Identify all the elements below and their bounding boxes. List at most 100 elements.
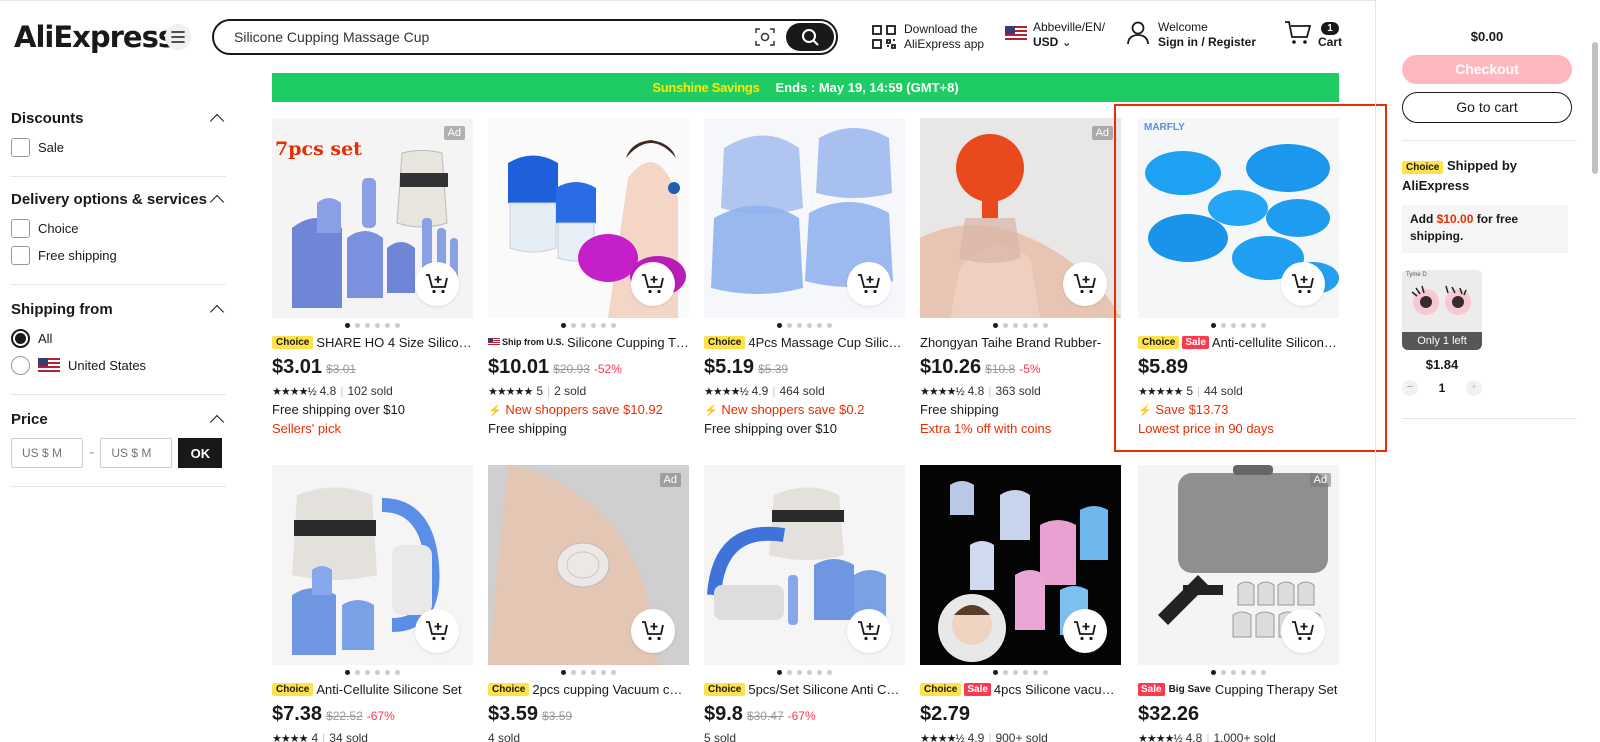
product-title[interactable]: Choice5pcs/Set Silicone Anti Cellulite [704,680,905,698]
image-carousel-dots[interactable] [488,323,689,328]
product-title[interactable]: ChoiceSHARE HO 4 Size Silicone Cupping [272,333,473,351]
menu-icon[interactable] [165,24,191,50]
add-to-cart-button[interactable] [415,262,459,306]
add-to-cart-button[interactable] [1063,262,1107,306]
separator: | [988,731,992,742]
chevron-up-icon[interactable] [209,414,225,430]
star-icons: ★★★★ [272,732,308,742]
checkout-button[interactable]: Checkout [1402,55,1572,84]
sold-count: 102 sold [347,384,393,398]
image-carousel-dots[interactable] [488,670,689,675]
product-image[interactable]: Ad [920,118,1121,318]
radio-button[interactable] [11,328,30,348]
add-to-cart-button[interactable] [1281,609,1325,653]
account-menu[interactable]: Welcome Sign in / Register [1126,20,1256,50]
ad-badge: Ad [1091,126,1113,140]
chevron-up-icon[interactable] [209,194,225,210]
image-carousel-dots[interactable] [1138,670,1339,675]
image-carousel-dots[interactable] [1138,323,1339,328]
product-image[interactable] [704,465,905,665]
product-card[interactable]: Ship from U.S.Silicone Cupping Therapy S… [488,118,689,436]
add-to-cart-button[interactable] [631,262,675,306]
chevron-up-icon[interactable] [209,304,225,320]
image-carousel-dots[interactable] [272,323,473,328]
original-price: $20.93 [553,362,590,376]
min-price-input[interactable] [11,438,83,468]
image-carousel-dots[interactable] [704,670,905,675]
divider [1402,140,1577,141]
product-image[interactable] [704,118,905,318]
product-card[interactable]: Choice5pcs/Set Silicone Anti Cellulite $… [704,465,905,742]
promo-banner[interactable]: Sunshine Savings Ends : May 19, 14:59 (G… [272,73,1339,102]
download-app-link[interactable]: Download the AliExpress app [872,22,984,52]
product-image[interactable] [488,118,689,318]
checkbox[interactable] [11,137,30,157]
product-title[interactable]: Choice 2pcs cupping Vacuum cups [488,680,689,698]
product-title[interactable]: Zhongyan Taihe Brand Rubber- [920,333,1121,351]
add-to-cart-button[interactable] [631,609,675,653]
current-price: $5.89 [1138,356,1189,378]
chevron-up-icon[interactable] [209,113,225,129]
filter-option-sale[interactable]: Sale [11,137,226,157]
filter-option-united-states[interactable]: United States [11,355,226,375]
radio-button[interactable] [11,355,30,375]
product-title[interactable]: ChoiceSale4pcs Silicone vacuum cups [920,680,1121,698]
product-image[interactable] [272,465,473,665]
product-card[interactable]: Ad Sale Big Save Cupping Therapy Set $32.2… [1138,465,1339,742]
decrease-quantity-button[interactable]: − [1402,380,1418,396]
product-image[interactable]: Ad [1138,465,1339,665]
quantity-value: 1 [1438,381,1446,395]
product-image[interactable]: 7pcs set Ad [272,118,473,318]
image-carousel-dots[interactable] [920,670,1121,675]
add-to-cart-button[interactable] [415,609,459,653]
star-icons: ★★★★★ [488,385,533,398]
product-card[interactable]: 7pcs set Ad Choice SHARE HO 4 Size Silico… [272,118,473,436]
search-input[interactable] [234,27,734,47]
checkbox[interactable] [11,245,30,265]
product-card[interactable]: Ad Zhongyan Taihe Brand Rubber- $10.26 $1… [920,118,1121,436]
image-carousel-dots[interactable] [272,670,473,675]
image-search-icon[interactable] [754,27,776,47]
title-text: SHARE HO 4 Size Silicone Cupping [316,334,473,350]
scrollbar[interactable] [1592,42,1598,174]
filter-option-all[interactable]: All [11,328,226,348]
product-image[interactable] [920,465,1121,665]
checkbox[interactable] [11,218,30,238]
cart-count-badge: 1 [1321,22,1339,35]
max-price-input[interactable] [100,438,173,468]
filter-option-free-shipping[interactable]: Free shipping [11,245,226,265]
product-image[interactable]: MARFLY [1138,118,1339,318]
ad-badge: Ad [659,473,681,487]
add-to-cart-button[interactable] [847,609,891,653]
price-ok-button[interactable]: OK [178,438,223,468]
product-title[interactable]: Sale Big Save Cupping Therapy Set [1138,680,1339,698]
product-card[interactable]: MARFLY Choice Sale Anti-cellulite Silicone… [1138,118,1339,436]
filter-option-choice[interactable]: Choice [11,218,226,238]
sign-in-link[interactable]: Sign in / Register [1158,35,1256,49]
add-to-cart-button[interactable] [1281,262,1325,306]
add-to-cart-icon [858,274,880,294]
aliexpress-logo[interactable]: AliExpress [14,20,175,54]
add-to-cart-button[interactable] [1063,609,1107,653]
language-currency-selector[interactable]: Abbeville/EN/USD ⌄ [1005,20,1105,50]
increase-quantity-button[interactable]: + [1466,380,1482,396]
product-image[interactable]: Ad [488,465,689,665]
product-title[interactable]: Choice Anti-Cellulite Silicone Set [272,680,473,698]
add-to-cart-icon [858,621,880,641]
cart-link[interactable]: 1 Cart [1284,20,1342,49]
product-card[interactable]: Ad Choice 2pcs cupping Vacuum cups $3.59 $… [488,465,689,742]
image-carousel-dots[interactable] [704,323,905,328]
search-button[interactable] [786,23,834,51]
add-to-cart-button[interactable] [847,262,891,306]
product-card[interactable]: Choice 4Pcs Massage Cup Silicone $5.19 $5.… [704,118,905,436]
cart-item-thumbnail[interactable]: Tyme D Only 1 left [1402,270,1482,350]
go-to-cart-button[interactable]: Go to cart [1402,92,1572,123]
product-title[interactable]: ChoiceSaleAnti-cellulite Silicone Cups [1138,333,1339,351]
product-title[interactable]: Ship from U.S.Silicone Cupping Therapy S… [488,333,689,351]
product-card[interactable]: ChoiceSale4pcs Silicone vacuum cups $2.7… [920,465,1121,742]
product-title[interactable]: Choice 4Pcs Massage Cup Silicone [704,333,905,351]
product-card[interactable]: Choice Anti-Cellulite Silicone Set $7.38 $… [272,465,473,742]
product-price: $9.8 $30.47 -67% [704,703,905,726]
image-carousel-dots[interactable] [920,323,1121,328]
filter-sidebar: Discounts Sale Delivery options & servic… [11,100,226,487]
